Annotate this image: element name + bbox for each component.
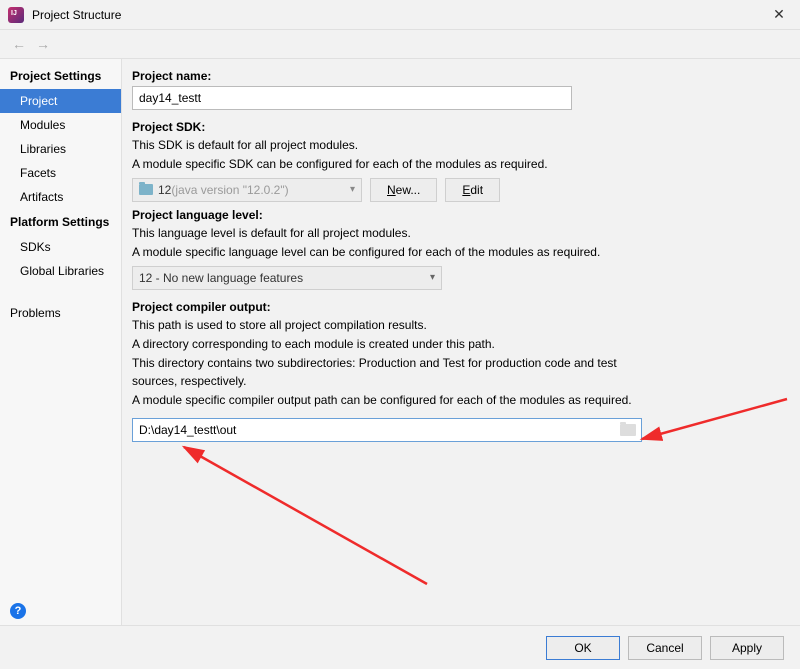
platform-settings-heading: Platform Settings xyxy=(0,209,121,235)
nav-toolbar: ← → xyxy=(0,30,800,58)
out-desc2: A directory corresponding to each module… xyxy=(132,336,780,353)
sdk-desc1: This SDK is default for all project modu… xyxy=(132,137,780,154)
compiler-output-field xyxy=(132,418,642,442)
out-desc4: A module specific compiler output path c… xyxy=(132,392,652,409)
lang-label: Project language level: xyxy=(132,208,780,222)
edit-button[interactable]: Edit xyxy=(445,178,500,202)
back-icon[interactable]: ← xyxy=(10,35,28,53)
sidebar-item-global-libraries[interactable]: Global Libraries xyxy=(0,259,121,283)
titlebar: Project Structure ✕ xyxy=(0,0,800,30)
sidebar-item-sdks[interactable]: SDKs xyxy=(0,235,121,259)
apply-button[interactable]: Apply xyxy=(710,636,784,660)
content-panel: Project name: Project SDK: This SDK is d… xyxy=(122,59,800,625)
lang-desc2: A module specific language level can be … xyxy=(132,244,780,261)
project-name-label: Project name: xyxy=(132,69,780,83)
lang-desc1: This language level is default for all p… xyxy=(132,225,780,242)
cancel-button[interactable]: Cancel xyxy=(628,636,702,660)
chevron-down-icon: ▾ xyxy=(350,184,355,195)
ok-button[interactable]: OK xyxy=(546,636,620,660)
help-icon[interactable]: ? xyxy=(10,603,26,619)
compiler-output-input[interactable] xyxy=(139,423,613,437)
out-desc3: This directory contains two subdirectori… xyxy=(132,355,652,390)
sidebar-item-libraries[interactable]: Libraries xyxy=(0,137,121,161)
output-label: Project compiler output: xyxy=(132,300,780,314)
project-name-input[interactable] xyxy=(132,86,572,110)
sidebar-item-modules[interactable]: Modules xyxy=(0,113,121,137)
sdk-select[interactable]: 12 (java version "12.0.2") ▾ xyxy=(132,178,362,202)
dialog-footer: OK Cancel Apply xyxy=(0,625,800,669)
sidebar: Project Settings Project Modules Librari… xyxy=(0,59,122,625)
annotation-arrow xyxy=(172,439,452,589)
sidebar-item-artifacts[interactable]: Artifacts xyxy=(0,185,121,209)
sdk-desc2: A module specific SDK can be configured … xyxy=(132,156,780,173)
project-settings-heading: Project Settings xyxy=(0,63,121,89)
forward-icon[interactable]: → xyxy=(34,35,52,53)
lang-value: 12 - No new language features xyxy=(139,271,303,285)
close-icon[interactable]: ✕ xyxy=(766,2,792,28)
out-desc1: This path is used to store all project c… xyxy=(132,317,780,334)
chevron-down-icon: ▾ xyxy=(430,272,435,283)
sdk-label: Project SDK: xyxy=(132,120,780,134)
annotation-arrow xyxy=(632,389,800,449)
sdk-value-rest: (java version "12.0.2") xyxy=(171,183,288,197)
browse-folder-icon[interactable] xyxy=(620,424,636,436)
folder-icon xyxy=(139,184,153,195)
new-button[interactable]: New... xyxy=(370,178,437,202)
sidebar-item-facets[interactable]: Facets xyxy=(0,161,121,185)
window-title: Project Structure xyxy=(32,8,766,22)
sidebar-item-problems[interactable]: Problems xyxy=(0,301,121,325)
language-level-select[interactable]: 12 - No new language features ▾ xyxy=(132,266,442,290)
sidebar-item-project[interactable]: Project xyxy=(0,89,121,113)
app-icon xyxy=(8,7,24,23)
sdk-value-num: 12 xyxy=(158,183,171,197)
